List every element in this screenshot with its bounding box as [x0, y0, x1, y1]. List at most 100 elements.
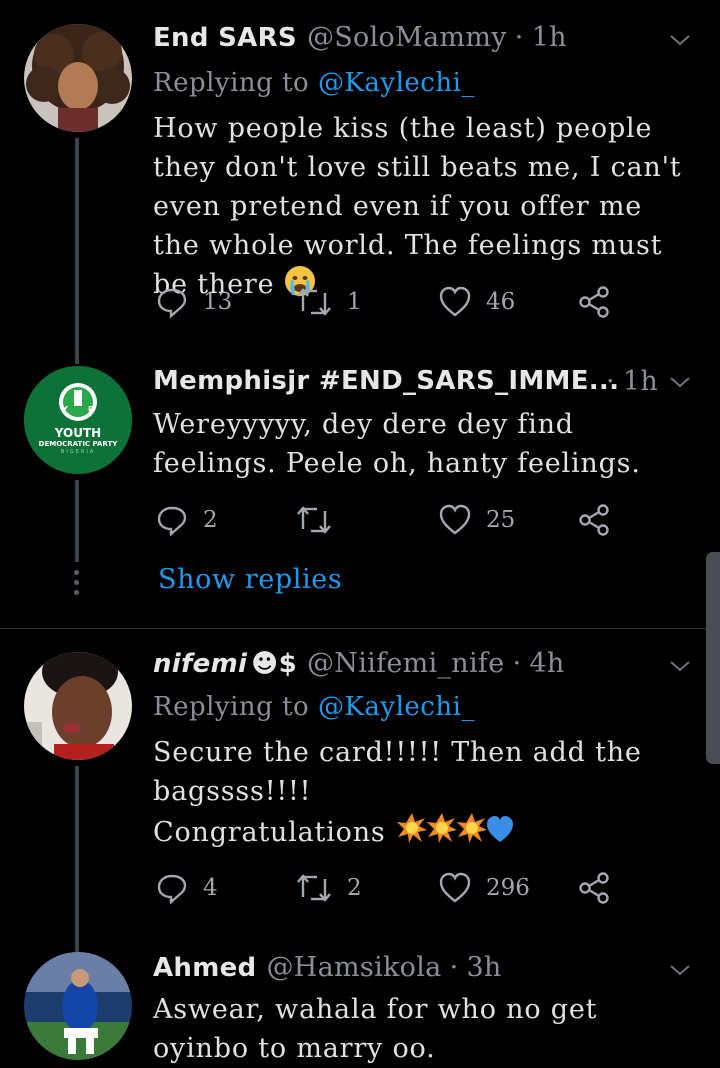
like-button[interactable]: 296 [438, 868, 530, 908]
tweet-nifemi[interactable]: nifemi ☻$ @Niifemi_nife · 4h Replying to… [0, 630, 720, 956]
tweet-time: · 1h [598, 366, 658, 402]
collision-icon [426, 813, 457, 843]
replying-prefix: Replying to [153, 68, 310, 98]
thread-line [75, 138, 79, 354]
mention-link[interactable]: @Kaylechi_ [318, 692, 475, 722]
reply-count: 4 [203, 875, 218, 901]
tweet-header: Ahmed @Hamsikola · 3h [153, 952, 660, 988]
logo-letter-p: P [88, 405, 94, 414]
display-name[interactable]: nifemi [153, 649, 247, 679]
tweet-ahmed[interactable]: Ahmed @Hamsikola · 3h Aswear, wahala for… [0, 940, 720, 1064]
retweet-icon [297, 874, 331, 902]
tweet-endsars[interactable]: End SARS @SoloMammy · 1h Replying to @Ka… [0, 0, 720, 354]
timestamp[interactable]: 3h [466, 952, 501, 983]
avatar-photo [24, 24, 132, 132]
timestamp[interactable]: 1h [532, 22, 567, 53]
thread-line [75, 480, 79, 562]
like-count: 46 [486, 289, 516, 315]
user-handle[interactable]: @SoloMammy [307, 22, 507, 53]
tweet-text-content: Aswear, wahala for who no get oyinbo to … [153, 994, 598, 1064]
avatar[interactable] [24, 652, 132, 760]
retweet-button[interactable]: 2 [295, 868, 362, 908]
avatar[interactable] [24, 952, 132, 1060]
reply-count: 13 [203, 289, 233, 315]
like-button[interactable]: 25 [438, 500, 515, 540]
chevron-down-icon[interactable] [668, 654, 692, 678]
share-icon [579, 286, 609, 318]
tweet-text-line: bagssss!!!! [153, 776, 312, 807]
reply-icon [157, 506, 187, 537]
avatar-text-sub: NIGERIA [60, 449, 96, 455]
share-button[interactable] [577, 282, 611, 322]
emoji-group [396, 813, 513, 843]
user-handle[interactable]: @Hamsikola [266, 952, 441, 983]
chevron-down-icon[interactable] [668, 958, 692, 982]
reply-button[interactable]: 2 [155, 500, 218, 540]
avatar[interactable] [24, 24, 132, 132]
tweet-text: How people kiss (the least) people they … [153, 109, 690, 304]
tweet-actions: 13 1 46 [155, 282, 625, 322]
tweet-text-content: How people kiss (the least) people they … [153, 113, 682, 300]
display-name-suffix: ☻$ [251, 649, 297, 679]
thread-line [75, 766, 79, 956]
user-handle[interactable]: @Niifemi_nife [307, 648, 505, 679]
reply-icon [157, 288, 187, 319]
tweet-header: Memphisjr #END_SARS_IMME... [153, 366, 619, 402]
separator-dot: · [514, 22, 524, 53]
separator-dot: · [606, 366, 615, 397]
heart-icon [439, 872, 471, 903]
replying-to: Replying to @Kaylechi_ [153, 692, 475, 722]
timestamp[interactable]: 1h [623, 366, 658, 397]
retweet-icon [297, 288, 331, 316]
like-button[interactable]: 46 [438, 282, 515, 322]
chevron-down-icon[interactable] [668, 28, 692, 52]
separator-dot: · [512, 648, 522, 679]
display-name[interactable]: Ahmed [153, 953, 256, 983]
like-count: 25 [486, 507, 516, 533]
chevron-down-icon[interactable] [668, 370, 692, 394]
share-icon [579, 872, 609, 904]
tweet-header: End SARS @SoloMammy · 1h [153, 22, 660, 58]
collision-icon [396, 813, 427, 843]
tweet-text: Aswear, wahala for who no get oyinbo to … [153, 990, 690, 1068]
thread-line [75, 340, 79, 364]
tweet-text-line: Secure the card!!!!! Then add the [153, 737, 642, 768]
reply-button[interactable]: 13 [155, 282, 232, 322]
show-replies-link[interactable]: Show replies [158, 564, 342, 595]
share-button[interactable] [577, 868, 611, 908]
retweet-count: 1 [347, 289, 362, 315]
divider [0, 628, 720, 629]
reply-count: 2 [203, 507, 218, 533]
retweet-button[interactable] [295, 500, 333, 540]
scrollbar[interactable] [706, 552, 720, 764]
heart-icon [439, 504, 471, 535]
share-icon [579, 504, 609, 536]
avatar-text-bottom: DEMOCRATIC PARTY [38, 440, 118, 448]
tweet-memphisjr[interactable]: Y P YOUTH DEMOCRATIC PARTY NIGERIA Memph… [0, 340, 720, 630]
avatar-photo [24, 652, 132, 760]
heart-icon [439, 286, 471, 317]
separator-dot: · [449, 952, 459, 983]
tweet-text: Wereyyyyy, dey dere dey find feelings. P… [153, 405, 690, 483]
reply-icon [157, 874, 187, 905]
replying-to: Replying to @Kaylechi_ [153, 68, 475, 98]
tweet-actions: 2 25 [155, 500, 625, 540]
like-count: 296 [486, 875, 530, 901]
avatar-logo: Y P [24, 366, 132, 474]
tweet-actions: 4 2 296 [155, 868, 625, 908]
share-button[interactable] [577, 500, 611, 540]
display-name[interactable]: Memphisjr #END_SARS_IMME... [153, 366, 619, 396]
avatar[interactable]: Y P YOUTH DEMOCRATIC PARTY NIGERIA [24, 366, 132, 474]
retweet-button[interactable]: 1 [295, 282, 362, 322]
avatar-text-top: YOUTH [54, 426, 102, 440]
display-name[interactable]: End SARS [153, 23, 297, 53]
tweet-text-line: Congratulations [153, 811, 690, 852]
timestamp[interactable]: 4h [529, 648, 564, 679]
logo-letter-y: Y [61, 405, 68, 414]
reply-button[interactable]: 4 [155, 868, 218, 908]
collision-icon [456, 813, 487, 843]
mention-link[interactable]: @Kaylechi_ [318, 68, 475, 98]
avatar-photo [24, 952, 132, 1060]
tweet-text-content: Congratulations [153, 817, 386, 848]
tweet-header: nifemi ☻$ @Niifemi_nife · 4h [153, 648, 660, 684]
